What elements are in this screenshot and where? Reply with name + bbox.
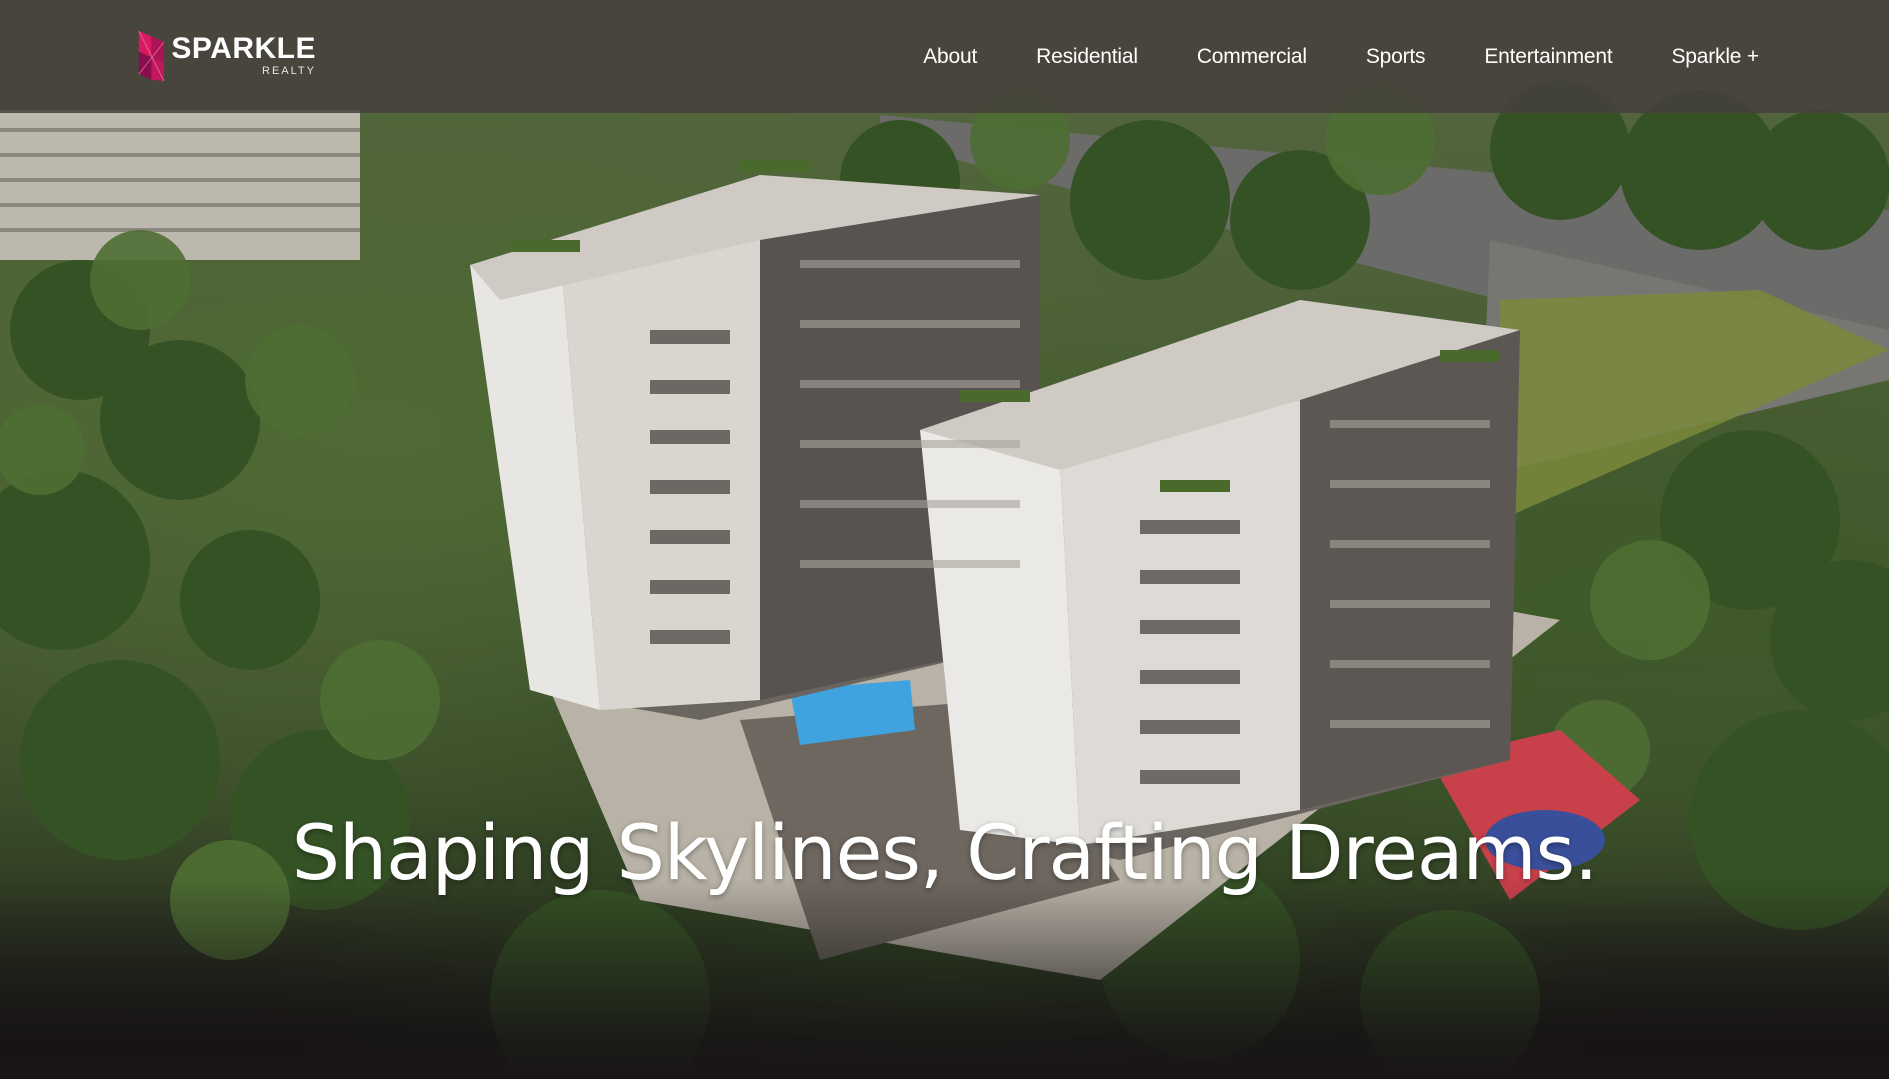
nav-link-entertainment[interactable]: Entertainment: [1484, 45, 1612, 69]
brand-subtitle: REALTY: [262, 65, 316, 77]
hero-background-image: [0, 0, 1889, 1079]
brand-name: SPARKLE: [171, 32, 316, 65]
hero-headline: Shaping Skylines, Crafting Dreams.: [291, 808, 1599, 897]
nav-link-residential[interactable]: Residential: [1036, 45, 1138, 69]
nav-link-sports[interactable]: Sports: [1366, 45, 1426, 69]
nav-link-about[interactable]: About: [923, 45, 977, 69]
sparkle-logo-icon: [138, 30, 165, 82]
nav-link-commercial[interactable]: Commercial: [1197, 45, 1307, 69]
nav-link-sparkle-plus[interactable]: Sparkle +: [1671, 45, 1759, 69]
main-navigation: About Residential Commercial Sports Ente…: [864, 0, 1759, 113]
brand-logo[interactable]: SPARKLE REALTY: [136, 18, 316, 94]
bottom-gradient-overlay: [0, 879, 1889, 1079]
site-header: SPARKLE REALTY About Residential Commerc…: [0, 0, 1889, 113]
